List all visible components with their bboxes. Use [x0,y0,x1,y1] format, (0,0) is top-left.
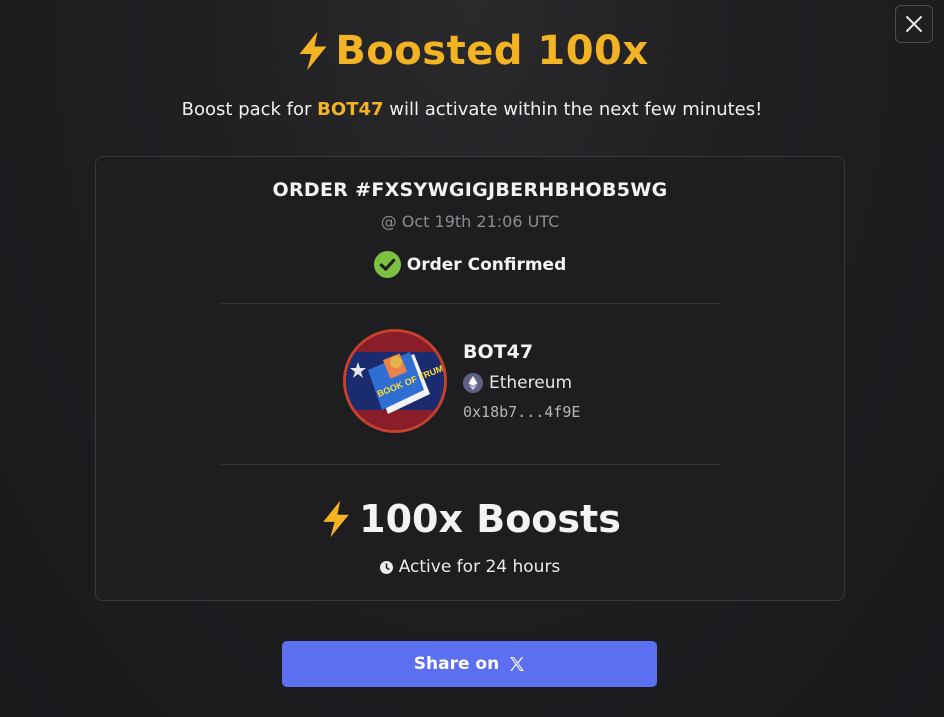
clock-icon [379,560,393,574]
share-label: Share on [413,654,500,674]
boost-amount: 100x Boosts [96,497,844,541]
lightning-bolt-icon [323,500,349,538]
token-address[interactable]: 0x18b7...4f9E [463,403,580,421]
lightning-bolt-icon [299,31,327,71]
order-id: ORDER #FXSYWGIGJBERHBHOB5WG [272,179,668,201]
order-card: ORDER #FXSYWGIGJBERHBHOB5WG @ Oct 19th 2… [95,156,845,601]
title-text: Boosted 100x [335,28,649,74]
boost-duration: Active for 24 hours [96,557,844,577]
divider [221,303,721,304]
token-summary: BOOK OF TRUMP BOT47 Ethereum 0x18b7...4f… [343,329,580,433]
boost-confirmation-modal: Boosted 100x Boost pack for BOT47 will a… [0,0,944,717]
order-status-text: Order Confirmed [406,254,567,275]
subtitle-prefix: Boost pack for [181,99,312,120]
order-time: @ Oct 19th 21:06 UTC [380,212,560,231]
page-title: Boosted 100x [0,28,944,74]
ethereum-icon [463,373,483,393]
divider [221,464,721,465]
boost-duration-text: Active for 24 hours [398,557,561,577]
boost-amount-text: 100x Boosts [359,497,621,541]
subtitle-suffix: will activate within the next few minute… [389,99,763,120]
token-chain: Ethereum [463,373,580,393]
token-info: BOT47 Ethereum 0x18b7...4f9E [463,341,580,421]
subtitle: Boost pack for BOT47 will activate withi… [0,99,944,120]
token-name: BOT47 [463,341,534,363]
subtitle-token: BOT47 [317,99,384,120]
share-on-x-button[interactable]: Share on [282,641,657,687]
chain-name: Ethereum [489,373,573,393]
x-logo-icon [510,657,525,671]
order-status: Order Confirmed [96,251,844,278]
token-avatar: BOOK OF TRUMP [343,329,447,433]
book-of-trump-avatar: BOOK OF TRUMP [346,332,444,430]
check-circle-icon [373,251,401,278]
